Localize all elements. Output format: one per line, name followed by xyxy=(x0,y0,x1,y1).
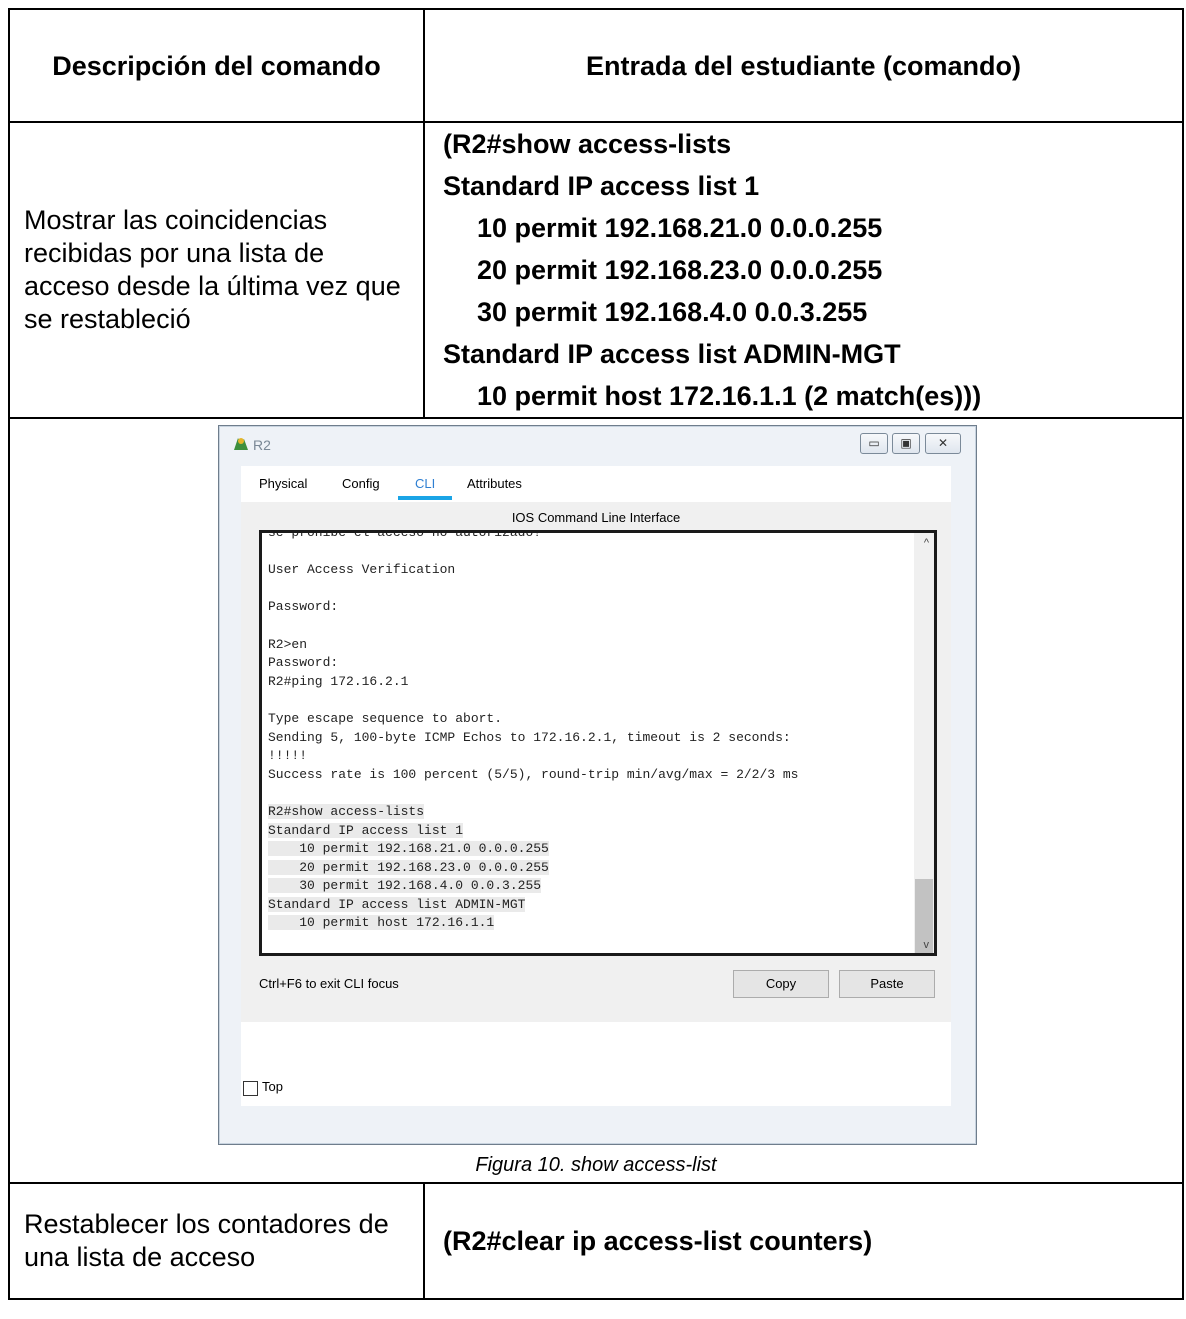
terminal-line: 10 permit host 172.16.1.1 xyxy=(268,915,495,931)
device-panel: Physical Config CLI Attributes IOS Comma… xyxy=(241,466,951,1106)
paste-button[interactable]: Paste xyxy=(839,970,935,998)
header-student-input: Entrada del estudiante (comando) xyxy=(423,8,1184,123)
scroll-up-icon[interactable]: ^ xyxy=(924,537,929,549)
command-table: Descripción del comando Entrada del estu… xyxy=(8,8,1184,1300)
close-icon[interactable]: ✕ xyxy=(925,433,961,454)
cli-pane: IOS Command Line Interface se prohibe el… xyxy=(241,502,951,1022)
active-tab-indicator xyxy=(398,496,452,500)
tab-physical[interactable]: Physical xyxy=(259,476,307,491)
terminal-line: Password: xyxy=(268,655,339,671)
copy-button[interactable]: Copy xyxy=(733,970,829,998)
maximize-icon[interactable]: ▣ xyxy=(892,433,920,454)
figure-caption: Figura 10. show access-list xyxy=(475,1154,717,1176)
terminal-line: R2#show access-lists xyxy=(268,803,425,819)
row1-description: Mostrar las coincidencias recibidas por … xyxy=(8,121,425,419)
cli-terminal[interactable]: se prohibe el acceso no autorizado! User… xyxy=(259,530,937,956)
terminal-line: 20 permit 192.168.23.0 0.0.0.255 xyxy=(268,859,549,875)
terminal-line: User Access Verification xyxy=(268,562,456,578)
terminal-line: Sending 5, 100-byte ICMP Echos to 172.16… xyxy=(268,729,791,745)
terminal-line: !!!!! xyxy=(268,748,308,764)
cli-focus-hint: Ctrl+F6 to exit CLI focus xyxy=(259,976,399,991)
row2-command: (R2#clear ip access-list counters) xyxy=(423,1182,1184,1300)
tab-config[interactable]: Config xyxy=(342,476,380,491)
cmd-line: 20 permit 192.168.23.0 0.0.0.255 xyxy=(477,255,883,285)
top-checkbox[interactable] xyxy=(243,1081,258,1096)
cmd-line: (R2#show access-lists xyxy=(443,129,732,159)
row2-description: Restablecer los contadores de una lista … xyxy=(8,1182,425,1300)
terminal-line: Password: xyxy=(268,599,339,615)
terminal-line: 10 permit 192.168.21.0 0.0.0.255 xyxy=(268,841,549,857)
terminal-line: R2# xyxy=(268,953,291,954)
top-label: Top xyxy=(262,1079,283,1094)
terminal-line: Standard IP access list ADMIN-MGT xyxy=(268,896,526,912)
terminal-line: Standard IP access list 1 xyxy=(268,822,464,838)
terminal-line: R2#ping 172.16.2.1 xyxy=(268,673,409,689)
terminal-line: 30 permit 192.168.4.0 0.0.3.255 xyxy=(268,878,542,894)
router-icon xyxy=(234,438,248,450)
terminal-line: se prohibe el acceso no autorizado! xyxy=(268,530,542,540)
tab-cli[interactable]: CLI xyxy=(415,476,435,491)
scroll-down-icon[interactable]: v xyxy=(924,939,930,951)
cmd-line: Standard IP access list 1 xyxy=(443,171,760,201)
figure-cell: R2 ▭ ▣ ✕ Physical Config CLI Attributes … xyxy=(8,417,1184,1184)
terminal-output[interactable]: se prohibe el acceso no autorizado! User… xyxy=(268,530,799,954)
cli-panel-title: IOS Command Line Interface xyxy=(511,510,681,525)
tab-attributes[interactable]: Attributes xyxy=(467,476,522,491)
header-description: Descripción del comando xyxy=(8,8,425,123)
cmd-line: 30 permit 192.168.4.0 0.0.3.255 xyxy=(477,297,868,327)
r2-window: R2 ▭ ▣ ✕ Physical Config CLI Attributes … xyxy=(218,425,977,1145)
row1-command: (R2#show access-lists Standard IP access… xyxy=(423,121,1184,419)
terminal-line: R2>en xyxy=(268,636,308,652)
terminal-line: Success rate is 100 percent (5/5), round… xyxy=(268,766,799,782)
window-title: R2 xyxy=(253,437,271,453)
cmd-line: Standard IP access list ADMIN-MGT xyxy=(443,339,901,369)
terminal-line: Type escape sequence to abort. xyxy=(268,710,503,726)
minimize-icon[interactable]: ▭ xyxy=(860,433,888,454)
terminal-scrollbar[interactable]: ^ v xyxy=(914,533,934,953)
cmd-line: 10 permit 192.168.21.0 0.0.0.255 xyxy=(477,213,883,243)
tab-bar: Physical Config CLI Attributes xyxy=(241,466,541,502)
cmd-line: 10 permit host 172.16.1.1 (2 match(es))) xyxy=(477,381,982,411)
title-bar[interactable]: R2 ▭ ▣ ✕ xyxy=(219,426,976,462)
